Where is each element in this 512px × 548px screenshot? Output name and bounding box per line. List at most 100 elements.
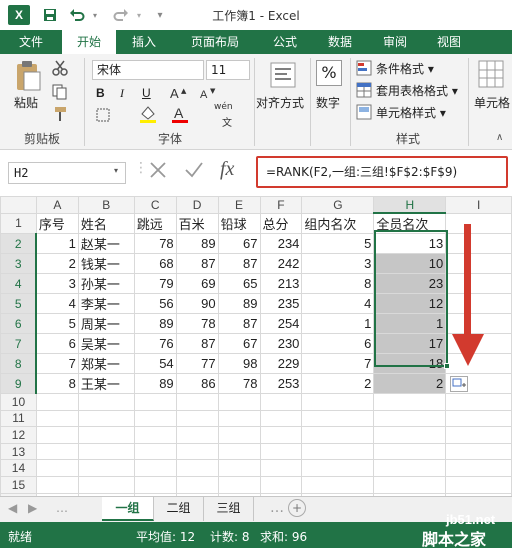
cell[interactable]: 4 [301,293,375,315]
row-header[interactable]: 6 [0,313,38,335]
cell[interactable] [301,393,375,411]
cell[interactable]: 67 [217,233,261,255]
cell[interactable]: 孙某一 [77,273,135,295]
cell[interactable]: 2 [373,373,447,395]
cell[interactable]: 8 [301,273,375,295]
cell[interactable]: 86 [175,373,219,395]
cell[interactable]: 89 [217,293,261,315]
cell[interactable]: 213 [259,273,303,295]
cell[interactable] [445,409,512,428]
bold-button[interactable]: B [96,86,105,100]
cell[interactable] [373,459,447,478]
shrink-font-icon[interactable]: A ▼ [200,86,222,103]
cell[interactable]: 234 [259,233,303,255]
cell[interactable] [301,426,375,444]
cell[interactable]: 6 [301,333,375,355]
grow-font-icon[interactable]: A ▲ [170,86,192,103]
name-box[interactable]: H2 [8,162,126,184]
cell[interactable] [35,476,79,494]
cell[interactable]: 1 [301,313,375,335]
cell[interactable]: 87 [217,253,261,275]
cell[interactable]: 87 [217,313,261,335]
cell[interactable]: 7 [35,353,79,375]
cell[interactable]: 10 [373,253,447,275]
cell[interactable]: 65 [217,273,261,295]
conditional-format-button[interactable]: 条件格式 ▾ [376,60,434,77]
cell[interactable] [175,442,219,461]
formula-input[interactable]: =RANK(F2,一组:三组!$F$2:$F$9) [256,156,508,188]
cell[interactable] [175,459,219,478]
cell[interactable] [373,442,447,461]
cell[interactable]: 87 [175,333,219,355]
cell-table[interactable]: A B C D E F G H I 1 序号 姓名 跳远 百米 铅球 总分 组内… [0,196,512,496]
column-header-g[interactable]: G [301,196,375,214]
tab-home[interactable]: 开始 [62,30,116,54]
row-header[interactable]: 14 [0,459,37,478]
cell[interactable]: 吴某一 [77,333,135,355]
enter-icon[interactable] [184,160,204,183]
cell[interactable]: 百米 [175,212,219,235]
row-header[interactable]: 11 [0,409,37,428]
cell[interactable] [77,426,135,444]
cell[interactable]: 4 [35,293,79,315]
cell[interactable] [301,442,375,461]
phonetic-icon[interactable]: wén [214,102,233,112]
conditional-format-icon[interactable] [356,60,372,79]
cell[interactable] [35,442,79,461]
cut-icon[interactable] [52,60,68,79]
row-header[interactable]: 13 [0,442,37,461]
cell[interactable] [259,442,303,461]
cell[interactable]: 18 [373,353,447,375]
cell[interactable]: 序号 [35,212,79,235]
worksheet-grid[interactable]: A B C D E F G H I 1 序号 姓名 跳远 百米 铅球 总分 组内… [0,196,512,496]
cell[interactable]: 全员名次 [373,212,447,235]
column-header-c[interactable]: C [133,196,177,214]
cell[interactable] [77,393,135,411]
cell[interactable] [77,409,135,428]
cell[interactable] [445,442,512,461]
cell[interactable]: 54 [133,353,177,375]
cell[interactable] [35,409,79,428]
cell[interactable] [217,409,261,428]
tab-file[interactable]: 文件 [0,30,62,54]
percent-icon[interactable]: % [316,60,342,86]
row-header[interactable]: 1 [0,212,37,235]
select-all-corner[interactable] [0,196,37,214]
cell[interactable] [301,409,375,428]
cell[interactable]: 13 [373,233,447,255]
cell[interactable]: 2 [35,253,79,275]
cell[interactable] [301,459,375,478]
cell[interactable]: 郑某一 [77,353,135,375]
format-painter-icon[interactable] [52,106,68,125]
cell[interactable]: 69 [175,273,219,295]
cell[interactable]: 王某一 [77,373,135,395]
cell[interactable]: 78 [217,373,261,395]
scroll-left-icon[interactable]: ◀ [8,501,17,515]
cell-styles-icon[interactable] [356,104,372,123]
cell[interactable]: 89 [175,233,219,255]
quick-analysis-icon[interactable] [450,376,468,392]
cell[interactable]: 周某一 [77,313,135,335]
cell[interactable] [133,476,177,494]
cell[interactable]: 8 [35,373,79,395]
cell[interactable]: 总分 [259,212,303,235]
cell[interactable]: 78 [133,233,177,255]
cell[interactable] [77,442,135,461]
cell[interactable] [77,476,135,494]
cell[interactable]: 跳远 [133,212,177,235]
row-header[interactable]: 12 [0,426,37,444]
underline-button[interactable]: U [142,86,151,100]
paste-button[interactable]: 粘贴 [14,94,38,111]
copy-icon[interactable] [52,84,68,103]
cell[interactable]: 89 [133,313,177,335]
cell[interactable]: 李某一 [77,293,135,315]
cell[interactable]: 77 [175,353,219,375]
cell[interactable] [133,442,177,461]
cells-button[interactable]: 单元格 [474,94,510,111]
cell[interactable]: 56 [133,293,177,315]
cell[interactable]: 87 [175,253,219,275]
cell[interactable]: 2 [301,373,375,395]
cell[interactable]: 17 [373,333,447,355]
phonetic-char-icon[interactable]: 文 [222,114,232,129]
cell[interactable] [133,393,177,411]
